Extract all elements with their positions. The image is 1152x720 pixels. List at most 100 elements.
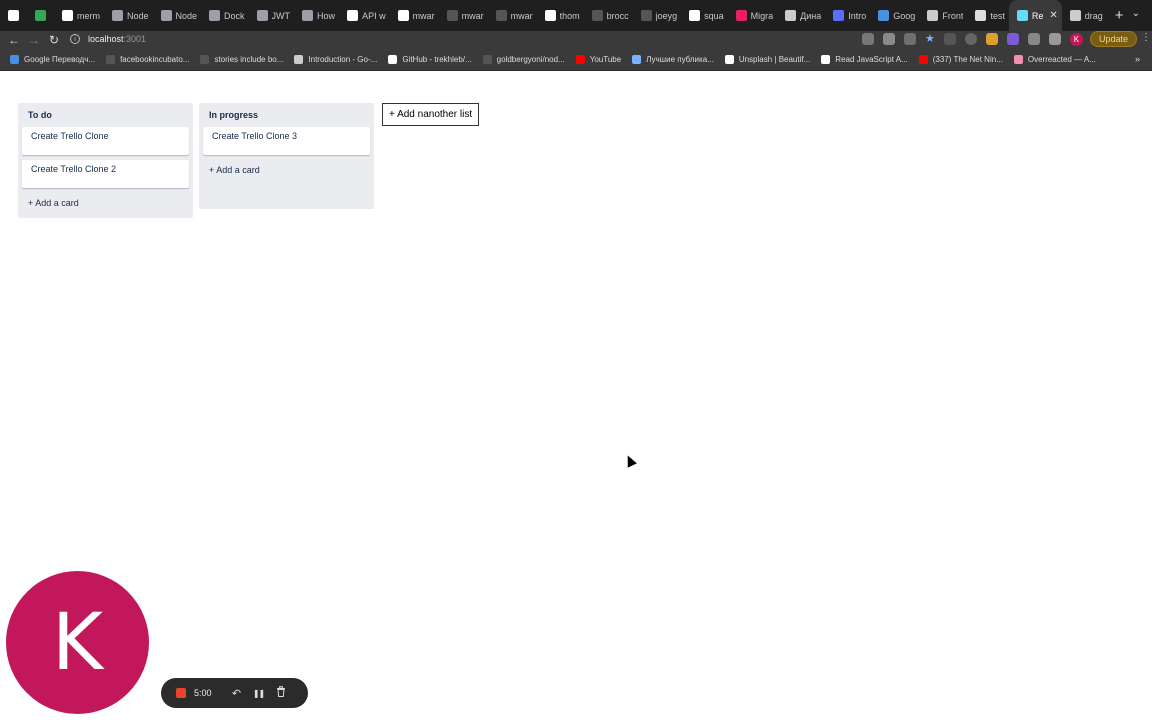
address-bar[interactable]: i localhost:3001 — [70, 31, 850, 47]
share-icon[interactable] — [904, 33, 916, 45]
sidebar-icon[interactable] — [1048, 33, 1061, 45]
update-button[interactable]: Update — [1090, 31, 1138, 47]
extension-icon[interactable] — [862, 33, 874, 45]
bookmark-item[interactable]: Google Переводч... — [10, 54, 95, 64]
bookmark-star-icon[interactable]: ★ — [925, 33, 935, 46]
add-card-button[interactable]: + Add a card — [22, 193, 189, 212]
browser-tab[interactable]: Migra — [728, 0, 778, 31]
new-tab-icon[interactable]: + — [1115, 7, 1124, 24]
bookmarks-overflow-icon[interactable]: » — [1135, 54, 1140, 64]
browser-tab[interactable]: JWT — [249, 0, 295, 31]
browser-tab[interactable]: Goog — [870, 0, 919, 31]
add-list-button[interactable]: + Add nanother list — [382, 103, 480, 126]
browser-tab[interactable]: joeyg — [633, 0, 682, 31]
stop-recording-icon[interactable] — [176, 688, 186, 698]
tab-label: Migra — [750, 10, 774, 21]
browser-tab[interactable]: mwar — [488, 0, 537, 31]
trash-icon[interactable] — [270, 686, 292, 700]
bookmark-item[interactable]: facebookincubato... — [106, 54, 190, 64]
page-icon — [160, 10, 172, 21]
add-card-button[interactable]: + Add a card — [203, 160, 370, 179]
bookmark-item[interactable]: goldbergyoni/nod... — [482, 54, 565, 64]
browser-toolbar: ← → ↻ i localhost:3001 ★ K Update ⋮ — [0, 31, 1152, 48]
puzzle-icon[interactable] — [1027, 33, 1040, 45]
bookmark-label: facebookincubato... — [120, 54, 190, 64]
bookmark-item[interactable]: Read JavaScript A... — [821, 54, 908, 64]
tab-label: mwar — [510, 10, 533, 21]
bookmark-item[interactable]: stories include bo... — [200, 54, 283, 64]
browser-tab[interactable]: Front — [919, 0, 967, 31]
list-in-progress: In progress Create Trello Clone 3 + Add … — [199, 103, 374, 209]
browser-tab[interactable]: mwar — [439, 0, 488, 31]
site-info-icon[interactable]: i — [70, 34, 80, 44]
bookmark-item[interactable]: Лучшие публика... — [632, 54, 714, 64]
browser-tab[interactable]: test — [967, 0, 1009, 31]
bookmark-item[interactable]: (337) The Net Nin... — [918, 54, 1003, 64]
reload-icon[interactable]: ↻ — [44, 33, 64, 47]
browser-tab[interactable]: brocc — [584, 0, 633, 31]
browser-tab[interactable] — [27, 0, 54, 31]
browser-tab[interactable]: How — [294, 0, 339, 31]
browser-tab[interactable] — [0, 0, 27, 31]
url-port: :3001 — [123, 34, 147, 44]
extension-icon[interactable] — [964, 33, 977, 45]
tab-label: Node — [175, 10, 198, 21]
bookmark-item[interactable]: YouTube — [575, 54, 621, 64]
bookmark-label: Read JavaScript A... — [835, 54, 908, 64]
extension-icon[interactable] — [1006, 33, 1019, 45]
bookmark-label: Лучшие публика... — [646, 54, 714, 64]
browser-tab[interactable]: Intro — [825, 0, 870, 31]
trello-icon — [975, 10, 987, 21]
browser-tab[interactable]: API w — [339, 0, 390, 31]
browser-tab[interactable]: mwar — [390, 0, 439, 31]
close-tab-icon[interactable]: ✕ — [1049, 10, 1057, 21]
card[interactable]: Create Trello Clone 3 — [203, 127, 370, 155]
tab-label: test — [990, 10, 1005, 21]
bookmark-label: Introduction - Go-... — [308, 54, 378, 64]
bookmark-item[interactable]: Overreacted — A... — [1013, 54, 1096, 64]
translate-icon[interactable] — [883, 33, 895, 45]
menu-dots-icon[interactable]: ⋮ — [1141, 32, 1151, 43]
browser-tab[interactable]: Node — [104, 0, 153, 31]
tab-search-icon[interactable]: ⌄ — [1132, 8, 1140, 19]
browser-tab[interactable]: squa — [681, 0, 728, 31]
translate-icon — [878, 10, 890, 21]
browser-tab[interactable]: Дина — [777, 0, 825, 31]
bookmark-item[interactable]: Introduction - Go-... — [294, 54, 378, 64]
card[interactable]: Create Trello Clone — [22, 127, 189, 155]
bookmark-favicon-icon — [1013, 54, 1023, 64]
bookmark-label: Overreacted — A... — [1027, 54, 1096, 64]
map-pin-icon — [35, 10, 46, 21]
tab-label: thom — [559, 10, 580, 21]
github-icon — [8, 10, 19, 21]
bookmark-label: GitHub - trekhleb/... — [402, 54, 472, 64]
browser-tab[interactable]: Dock — [201, 0, 249, 31]
trash-glyph — [276, 686, 285, 697]
bookmark-item[interactable]: Unsplash | Beautif... — [724, 54, 810, 64]
tab-label: Intro — [848, 10, 867, 21]
prisma-icon — [735, 10, 747, 21]
page-icon — [640, 10, 652, 21]
browser-tab[interactable]: thom — [537, 0, 584, 31]
extension-icon[interactable] — [943, 33, 956, 45]
tab-label: Front — [942, 10, 964, 21]
browser-tab[interactable]: Node — [153, 0, 202, 31]
url-host: localhost — [88, 34, 124, 44]
page-icon — [112, 10, 123, 21]
pause-icon[interactable]: ❚❚ — [248, 689, 270, 698]
recording-time: 5:00 — [194, 688, 212, 698]
back-arrow-icon[interactable]: ← — [4, 33, 24, 47]
undo-icon[interactable]: ↶ — [226, 687, 248, 700]
browser-tab[interactable]: Re ✕ — [1008, 0, 1062, 31]
bookmark-label: (337) The Net Nin... — [932, 54, 1003, 64]
tab-label: mwar — [461, 10, 484, 21]
browser-tab[interactable]: merm — [54, 0, 104, 31]
profile-avatar[interactable]: K — [1069, 33, 1083, 46]
card[interactable]: Create Trello Clone 2 — [22, 160, 189, 188]
forward-arrow-icon[interactable]: → — [24, 33, 44, 47]
tab-label: Dock — [224, 10, 245, 21]
extension-icons: ★ K — [862, 33, 1083, 46]
extension-icon[interactable] — [985, 33, 998, 45]
bookmark-item[interactable]: GitHub - trekhleb/... — [388, 54, 472, 64]
browser-tab[interactable]: drag — [1062, 0, 1107, 31]
